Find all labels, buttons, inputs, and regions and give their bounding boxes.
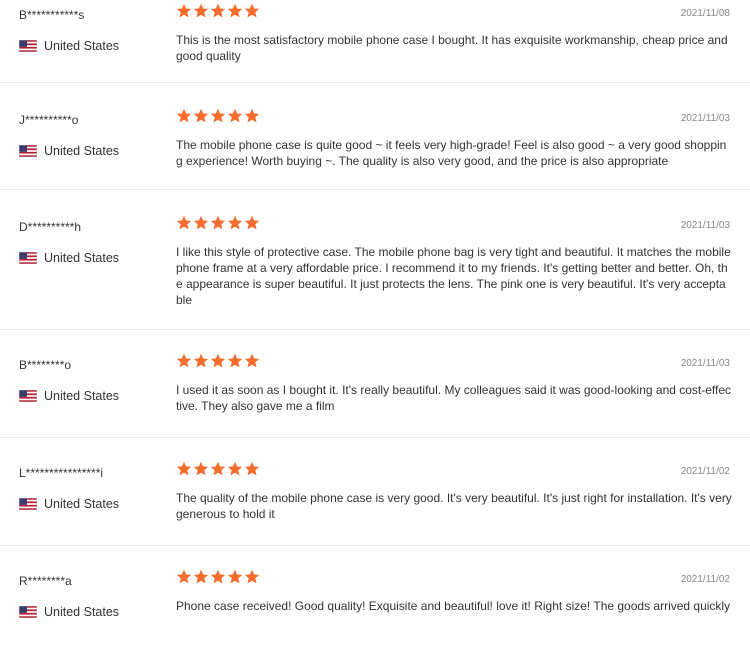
review-item: B********o United States 2021/11/03 I us… <box>0 353 750 438</box>
star-icon <box>193 3 209 18</box>
star-icon <box>193 215 209 230</box>
review-text: The mobile phone case is quite good ~ it… <box>176 138 727 168</box>
star-icon <box>244 3 260 18</box>
star-icon <box>244 569 260 584</box>
star-icon <box>227 108 243 123</box>
review-date: 2021/11/03 <box>680 358 730 369</box>
us-flag-icon <box>18 251 38 265</box>
star-rating <box>176 353 260 369</box>
review-text: I used it as soon as I bought it. It's r… <box>176 383 732 413</box>
star-icon <box>176 3 192 18</box>
country-name: United States <box>44 605 120 619</box>
star-icon <box>227 461 243 476</box>
star-icon <box>176 569 192 584</box>
review-text: Phone case received! Good quality! Exqui… <box>176 599 731 613</box>
star-icon <box>244 215 260 230</box>
country-name: United States <box>44 251 120 265</box>
star-rating <box>176 569 260 585</box>
star-icon <box>244 353 260 368</box>
reviewer-country: United States <box>18 144 120 158</box>
star-rating <box>176 3 260 19</box>
reviewer-country: United States <box>18 605 120 619</box>
star-icon <box>227 569 243 584</box>
star-icon <box>193 108 209 123</box>
star-icon <box>176 108 192 123</box>
reviewer-name: L****************i <box>19 466 104 480</box>
reviewer-name: B********o <box>19 358 72 372</box>
country-name: United States <box>44 389 120 403</box>
country-name: United States <box>44 39 120 53</box>
star-icon <box>193 569 209 584</box>
review-item: J**********o United States 2021/11/03 Th… <box>0 108 750 190</box>
reviewer-name: B***********s <box>19 8 85 22</box>
star-icon <box>244 461 260 476</box>
us-flag-icon <box>18 497 38 511</box>
star-icon <box>210 3 226 18</box>
star-icon <box>193 353 209 368</box>
star-icon <box>210 108 226 123</box>
reviewer-country: United States <box>18 497 120 511</box>
us-flag-icon <box>18 144 38 158</box>
star-icon <box>210 569 226 584</box>
star-rating <box>176 108 260 124</box>
star-icon <box>210 353 226 368</box>
star-rating <box>176 215 260 231</box>
reviewer-country: United States <box>18 389 120 403</box>
star-icon <box>244 108 260 123</box>
review-date: 2021/11/03 <box>680 113 730 124</box>
review-date: 2021/11/02 <box>680 574 730 585</box>
star-icon <box>227 215 243 230</box>
review-text: This is the most satisfactory mobile pho… <box>176 33 728 63</box>
review-date: 2021/11/03 <box>680 220 730 231</box>
star-icon <box>176 215 192 230</box>
review-item: D**********h United States 2021/11/03 I … <box>0 215 750 330</box>
star-icon <box>176 353 192 368</box>
star-icon <box>210 215 226 230</box>
star-rating <box>176 461 260 477</box>
review-item: L****************i United States 2021/11… <box>0 461 750 546</box>
review-text: I like this style of protective case. Th… <box>176 245 731 307</box>
review-date: 2021/11/02 <box>680 466 730 477</box>
us-flag-icon <box>18 39 38 53</box>
review-item: B***********s United States 2021/11/08 T… <box>0 3 750 83</box>
star-icon <box>210 461 226 476</box>
us-flag-icon <box>18 605 38 619</box>
country-name: United States <box>44 144 120 158</box>
star-icon <box>227 3 243 18</box>
star-icon <box>227 353 243 368</box>
us-flag-icon <box>18 389 38 403</box>
country-name: United States <box>44 497 120 511</box>
review-text: The quality of the mobile phone case is … <box>176 491 732 521</box>
reviewer-name: R********a <box>19 574 72 588</box>
reviewer-country: United States <box>18 39 120 53</box>
reviewer-country: United States <box>18 251 120 265</box>
reviewer-name: D**********h <box>19 220 82 234</box>
reviewer-name: J**********o <box>19 113 79 127</box>
review-date: 2021/11/08 <box>680 8 730 19</box>
star-icon <box>193 461 209 476</box>
review-item: R********a United States 2021/11/02 Phon… <box>0 569 750 647</box>
star-icon <box>176 461 192 476</box>
